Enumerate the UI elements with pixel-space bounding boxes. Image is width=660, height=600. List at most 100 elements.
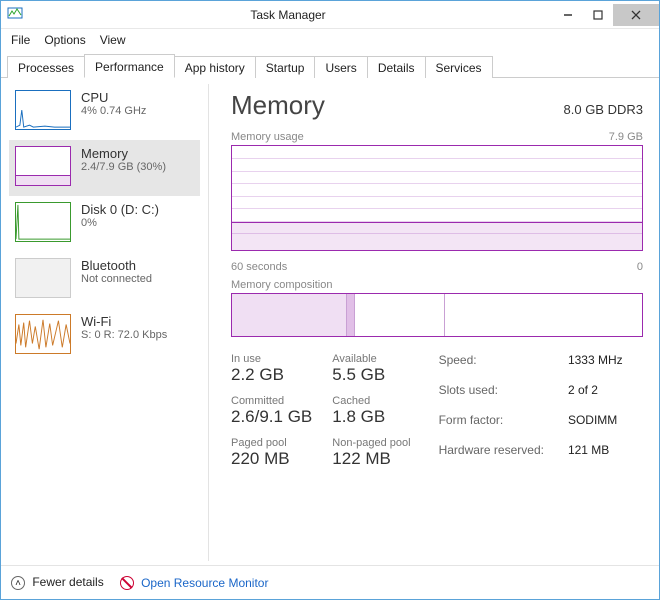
memory-sub: 2.4/7.9 GB (30%) (81, 161, 166, 173)
stat-paged: Paged pool 220 MB (231, 437, 312, 469)
detail-hwres-label: Hardware reserved: (439, 443, 544, 469)
detail-form-value: SODIMM (568, 413, 623, 439)
tab-details[interactable]: Details (367, 56, 426, 78)
resource-monitor-icon (120, 576, 134, 590)
compo-in-use (232, 294, 347, 336)
disk-thumb-icon (15, 202, 71, 242)
close-button[interactable] (613, 4, 659, 26)
stats-left: In use 2.2 GB Available 5.5 GB Committed… (231, 353, 411, 469)
cpu-text: CPU 4% 0.74 GHz (81, 90, 146, 117)
menu-view[interactable]: View (100, 33, 126, 47)
stat-committed-label: Committed (231, 395, 312, 407)
detail-hwres-value: 121 MB (568, 443, 623, 469)
main-panel: Memory 8.0 GB DDR3 Memory usage 7.9 GB 6… (209, 84, 655, 561)
stat-available: Available 5.5 GB (332, 353, 410, 385)
stat-available-label: Available (332, 353, 410, 365)
stat-cached-label: Cached (332, 395, 410, 407)
stat-nonpaged: Non-paged pool 122 MB (332, 437, 410, 469)
page-heading: Memory (231, 90, 325, 121)
disk-sub: 0% (81, 217, 159, 229)
tab-app-history[interactable]: App history (174, 56, 256, 78)
task-manager-window: Task Manager File Options View Processes… (0, 0, 660, 600)
open-resource-monitor-label: Open Resource Monitor (141, 576, 268, 590)
tab-processes[interactable]: Processes (7, 56, 85, 78)
titlebar: Task Manager (1, 1, 659, 29)
usage-xright: 0 (637, 261, 643, 273)
stat-cached-value: 1.8 GB (332, 407, 410, 427)
tab-users[interactable]: Users (314, 56, 367, 78)
stats-right: Speed: 1333 MHz Slots used: 2 of 2 Form … (439, 353, 623, 469)
memory-thumb-icon (15, 146, 71, 186)
stat-committed-value: 2.6/9.1 GB (231, 407, 312, 427)
stat-in-use: In use 2.2 GB (231, 353, 312, 385)
usage-xaxis: 60 seconds 0 (231, 261, 643, 273)
menu-options[interactable]: Options (44, 33, 85, 47)
detail-slots-label: Slots used: (439, 383, 544, 409)
wifi-title: Wi-Fi (81, 314, 167, 329)
main-header: Memory 8.0 GB DDR3 (231, 90, 643, 121)
usage-label: Memory usage (231, 131, 304, 143)
compo-free (445, 294, 642, 336)
sidebar-item-memory[interactable]: Memory 2.4/7.9 GB (30%) (9, 140, 200, 196)
sidebar-item-cpu[interactable]: CPU 4% 0.74 GHz (9, 84, 200, 140)
usage-xleft: 60 seconds (231, 261, 287, 273)
cpu-title: CPU (81, 90, 146, 105)
compo-standby (355, 294, 445, 336)
menubar: File Options View (1, 29, 659, 51)
wifi-thumb-icon (15, 314, 71, 354)
tab-services[interactable]: Services (425, 56, 493, 78)
performance-sidebar: CPU 4% 0.74 GHz Memory 2.4/7.9 GB (30%) (9, 84, 209, 561)
memory-text: Memory 2.4/7.9 GB (30%) (81, 146, 166, 173)
wifi-text: Wi-Fi S: 0 R: 72.0 Kbps (81, 314, 167, 341)
fewer-details-label: Fewer details (32, 575, 103, 589)
chevron-up-icon: ˄ (11, 576, 25, 590)
stat-in-use-label: In use (231, 353, 312, 365)
minimize-button[interactable] (553, 4, 583, 26)
bluetooth-sub: Not connected (81, 273, 152, 285)
fewer-details-button[interactable]: ˄ Fewer details (11, 575, 104, 591)
stat-paged-label: Paged pool (231, 437, 312, 449)
bluetooth-text: Bluetooth Not connected (81, 258, 152, 285)
stat-available-value: 5.5 GB (332, 365, 410, 385)
stat-cached: Cached 1.8 GB (332, 395, 410, 427)
detail-speed-label: Speed: (439, 353, 544, 379)
tabs: Processes Performance App history Startu… (1, 51, 659, 78)
memory-usage-chart[interactable] (231, 145, 643, 251)
open-resource-monitor-link[interactable]: Open Resource Monitor (120, 576, 269, 590)
content-area: CPU 4% 0.74 GHz Memory 2.4/7.9 GB (30%) (1, 78, 659, 565)
bluetooth-thumb-icon (15, 258, 71, 298)
cpu-sub: 4% 0.74 GHz (81, 105, 146, 117)
detail-speed-value: 1333 MHz (568, 353, 623, 379)
usage-max: 7.9 GB (609, 131, 643, 143)
bluetooth-title: Bluetooth (81, 258, 152, 273)
menu-file[interactable]: File (11, 33, 30, 47)
compo-label-row: Memory composition (231, 279, 643, 291)
stat-paged-value: 220 MB (231, 449, 312, 469)
sidebar-item-disk[interactable]: Disk 0 (D: C:) 0% (9, 196, 200, 252)
compo-label: Memory composition (231, 279, 332, 291)
memory-title: Memory (81, 146, 166, 161)
task-manager-icon (7, 5, 23, 24)
usage-label-row: Memory usage 7.9 GB (231, 131, 643, 143)
footer: ˄ Fewer details Open Resource Monitor (1, 565, 659, 599)
maximize-button[interactable] (583, 4, 613, 26)
window-controls (553, 4, 659, 26)
memory-total: 8.0 GB DDR3 (564, 102, 643, 117)
detail-slots-value: 2 of 2 (568, 383, 623, 409)
sidebar-item-bluetooth[interactable]: Bluetooth Not connected (9, 252, 200, 308)
stat-in-use-value: 2.2 GB (231, 365, 312, 385)
disk-title: Disk 0 (D: C:) (81, 202, 159, 217)
stat-nonpaged-label: Non-paged pool (332, 437, 410, 449)
tab-startup[interactable]: Startup (255, 56, 316, 78)
cpu-thumb-icon (15, 90, 71, 130)
memory-composition-chart[interactable] (231, 293, 643, 337)
tab-performance[interactable]: Performance (84, 54, 175, 78)
disk-text: Disk 0 (D: C:) 0% (81, 202, 159, 229)
stat-committed: Committed 2.6/9.1 GB (231, 395, 312, 427)
window-title: Task Manager (23, 8, 553, 22)
stat-nonpaged-value: 122 MB (332, 449, 410, 469)
compo-modified (347, 294, 355, 336)
sidebar-item-wifi[interactable]: Wi-Fi S: 0 R: 72.0 Kbps (9, 308, 200, 364)
detail-form-label: Form factor: (439, 413, 544, 439)
stats-block: In use 2.2 GB Available 5.5 GB Committed… (231, 353, 643, 469)
